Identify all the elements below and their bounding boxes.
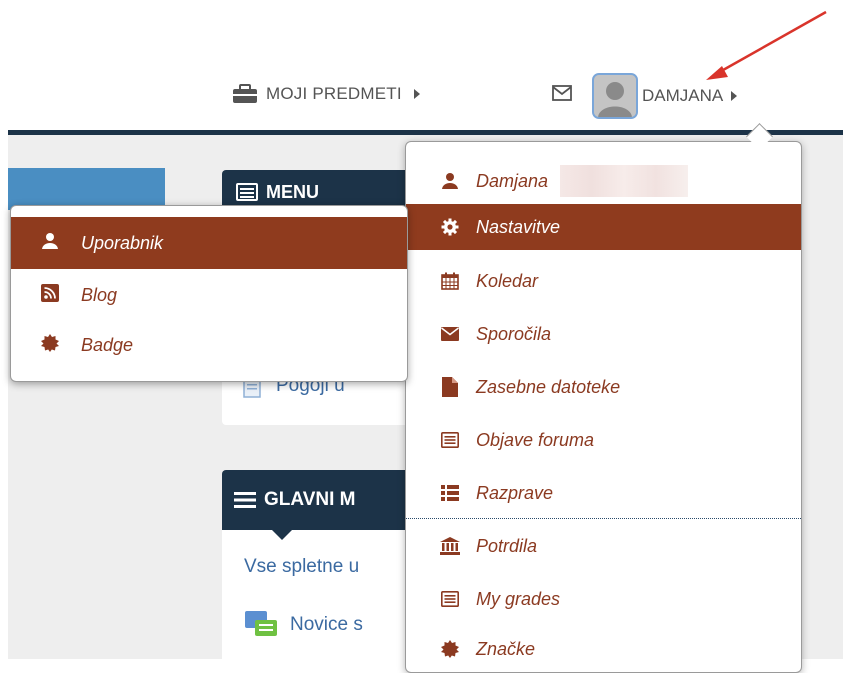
menu-item-label: Nastavitve	[476, 216, 561, 237]
menu-item-label: My grades	[476, 588, 561, 609]
main-menu-block-header: GLAVNI M	[222, 470, 422, 540]
caret-right-icon	[731, 91, 738, 101]
calendar-icon	[440, 271, 460, 291]
submenu-item-label: Badge	[81, 334, 134, 355]
briefcase-icon	[233, 84, 257, 103]
list-alt-icon	[236, 183, 258, 201]
news-forum-link[interactable]: Novice s	[244, 610, 363, 640]
submenu-item-label: Uporabnik	[81, 232, 164, 253]
forum-icon	[245, 611, 277, 636]
menu-item-settings[interactable]: Nastavitve	[406, 204, 801, 250]
blue-block	[8, 168, 165, 210]
news-forum-label: Novice s	[290, 614, 363, 635]
list-alt-icon	[440, 430, 460, 450]
my-courses-label: MOJI PREDMETI	[266, 84, 402, 103]
rss-icon	[41, 283, 59, 307]
header-notch	[272, 530, 292, 540]
badge-icon	[440, 639, 460, 659]
menu-item-private-files[interactable]: Zasebne datoteke	[406, 364, 801, 410]
menu-item-label: Zasebne datoteke	[476, 376, 621, 397]
caret-right-icon	[413, 89, 420, 99]
user-menu-toggle[interactable]: DAMJANA	[592, 72, 738, 120]
user-dropdown-menu: Damjana Nastavitve Koledar Sporočila Zas…	[405, 141, 802, 673]
submenu-item-user[interactable]: Uporabnik	[11, 217, 407, 269]
default-user-picture-icon	[594, 75, 636, 117]
menu-item-profile[interactable]: Damjana	[406, 158, 801, 204]
main-menu-block: GLAVNI M Vse spletne u Novice s	[222, 470, 422, 670]
main-menu-title: GLAVNI M	[264, 489, 356, 510]
settings-submenu: Uporabnik Blog Badge	[10, 205, 408, 382]
user-name-label: DAMJANA	[642, 86, 724, 105]
user-icon	[440, 171, 460, 191]
menu-item-messages[interactable]: Sporočila	[406, 311, 801, 357]
menu-item-label: Potrdila	[476, 535, 538, 556]
institution-icon	[440, 536, 460, 556]
menu-item-certificates[interactable]: Potrdila	[406, 523, 801, 569]
menu-item-badges[interactable]: Značke	[406, 626, 801, 672]
messages-button[interactable]	[552, 85, 572, 106]
submenu-item-badge[interactable]: Badge	[11, 319, 407, 371]
menu-item-label: Damjana	[476, 170, 549, 191]
list-icon	[440, 483, 460, 503]
user-icon	[41, 232, 59, 255]
submenu-item-blog[interactable]: Blog	[11, 269, 407, 321]
menu-item-label: Značke	[476, 638, 536, 659]
badge-icon	[41, 333, 59, 357]
my-courses-menu[interactable]: MOJI PREDMETI	[232, 80, 420, 108]
envelope-outline-icon	[552, 85, 572, 101]
menu-item-label: Objave foruma	[476, 429, 595, 450]
menu-divider	[406, 518, 801, 519]
all-courses-link[interactable]: Vse spletne u	[244, 556, 359, 578]
menu-item-label: Koledar	[476, 270, 539, 291]
menu-item-my-grades[interactable]: My grades	[406, 576, 801, 622]
menu-item-label: Razprave	[476, 482, 554, 503]
menu-block-title: MENU	[266, 181, 319, 202]
submenu-item-label: Blog	[81, 284, 118, 305]
menu-item-label: Sporočila	[476, 323, 552, 344]
avatar	[592, 73, 638, 119]
menu-item-discussions[interactable]: Razprave	[406, 470, 801, 516]
menu-item-forum-posts[interactable]: Objave foruma	[406, 417, 801, 463]
menu-item-calendar[interactable]: Koledar	[406, 258, 801, 304]
top-navbar: MOJI PREDMETI DAMJANA	[0, 0, 843, 132]
hamburger-icon	[234, 492, 256, 508]
envelope-icon	[440, 324, 460, 344]
file-icon	[440, 377, 460, 397]
gear-icon	[440, 217, 460, 237]
list-alt-icon	[440, 589, 460, 609]
redacted-surname	[560, 165, 689, 197]
